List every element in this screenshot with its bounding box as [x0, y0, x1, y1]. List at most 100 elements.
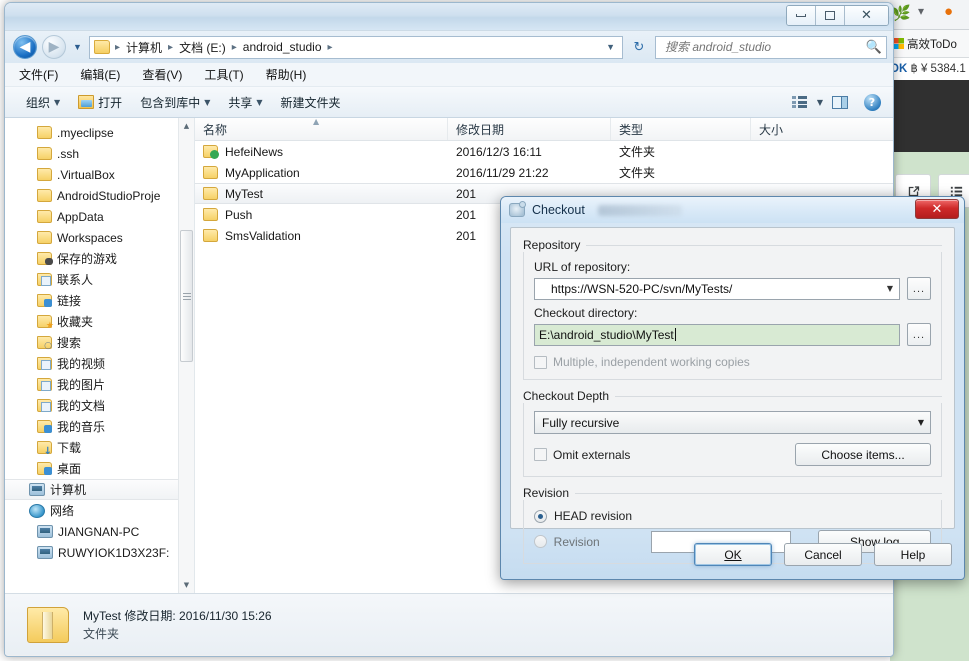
- menu-item-file[interactable]: 文件(F): [19, 66, 58, 83]
- scroll-down-icon[interactable]: ▼: [179, 577, 194, 593]
- repository-url-input[interactable]: https://WSN-520-PC/svn/MyTests/ ▼: [534, 277, 900, 300]
- nav-item-计算机[interactable]: 计算机: [5, 479, 194, 500]
- head-revision-radio[interactable]: [534, 509, 547, 523]
- chevron-down-icon: ▼: [256, 97, 263, 107]
- nav-item-收藏夹[interactable]: 收藏夹: [5, 311, 194, 332]
- nav-item-保存的游戏[interactable]: 保存的游戏: [5, 248, 194, 269]
- preview-pane-button[interactable]: [825, 90, 855, 114]
- dialog-titlebar[interactable]: Checkout ✕: [501, 197, 964, 223]
- include-in-library-button[interactable]: 包含到库中 ▼: [131, 90, 219, 114]
- forward-button[interactable]: ▶: [42, 35, 66, 59]
- my-documents-icon: [37, 399, 52, 412]
- breadcrumb[interactable]: ▸ 计算机 ▸ 文档 (E:) ▸ android_studio ▸ ▼: [89, 35, 623, 59]
- nav-item-label: AndroidStudioProje: [57, 188, 161, 203]
- nav-item-.ssh[interactable]: .ssh: [5, 143, 194, 164]
- nav-item-联系人[interactable]: 联系人: [5, 269, 194, 290]
- chevron-down-icon[interactable]: ▼: [887, 284, 893, 293]
- chevron-down-icon[interactable]: ▼: [817, 98, 823, 107]
- browser-profile-icon[interactable]: ●: [944, 3, 953, 20]
- nav-item-网络[interactable]: 网络: [5, 500, 194, 521]
- folder-icon: [37, 231, 52, 244]
- nav-item-label: 搜索: [57, 336, 82, 350]
- bookmark-label[interactable]: 高效ToDo: [907, 36, 957, 52]
- nav-item-Workspaces[interactable]: Workspaces: [5, 227, 194, 248]
- folder-icon: [37, 168, 52, 181]
- breadcrumb-item-computer[interactable]: 计算机: [123, 39, 165, 56]
- choose-items-button[interactable]: Choose items...: [795, 443, 931, 466]
- maximize-button[interactable]: [816, 6, 845, 25]
- nav-item-AppData[interactable]: AppData: [5, 206, 194, 227]
- nav-item-RUWYIOK1D3X23F:[interactable]: RUWYIOK1D3X23F:: [5, 542, 194, 563]
- head-revision-row[interactable]: HEAD revision: [534, 509, 931, 523]
- nav-item-.myeclipse[interactable]: .myeclipse: [5, 122, 194, 143]
- minimize-button[interactable]: [787, 6, 816, 25]
- column-header-name[interactable]: 名称 ▲: [195, 117, 448, 140]
- change-view-button[interactable]: [785, 90, 815, 114]
- column-header-date[interactable]: 修改日期: [448, 118, 611, 140]
- nav-item-label: .VirtualBox: [57, 167, 115, 182]
- open-button[interactable]: 打开: [69, 90, 131, 114]
- navigation-scrollbar[interactable]: ▲ ▼: [178, 118, 194, 593]
- file-name-label: MyTest: [225, 186, 264, 201]
- omit-externals-checkbox[interactable]: [534, 448, 547, 461]
- cancel-button[interactable]: Cancel: [784, 543, 862, 566]
- specific-revision-radio[interactable]: [534, 535, 547, 548]
- menu-item-tools[interactable]: 工具(T): [204, 66, 243, 83]
- nav-item-.VirtualBox[interactable]: .VirtualBox: [5, 164, 194, 185]
- nav-item-桌面[interactable]: 桌面: [5, 458, 194, 479]
- help-button[interactable]: Help: [874, 543, 952, 566]
- back-button[interactable]: ◀: [13, 35, 37, 59]
- scrollbar-thumb[interactable]: [180, 230, 193, 362]
- search-icon[interactable]: 🔍: [866, 40, 882, 55]
- nav-item-搜索[interactable]: 搜索: [5, 332, 194, 353]
- browse-url-button[interactable]: ...: [907, 277, 931, 300]
- checkout-depth-select[interactable]: Fully recursive ▼: [534, 411, 931, 434]
- browse-directory-button[interactable]: ...: [907, 323, 931, 346]
- multiple-copies-label: Multiple, independent working copies: [553, 355, 750, 369]
- breadcrumb-dropdown-icon[interactable]: ▼: [606, 42, 618, 52]
- folder-icon: [203, 229, 218, 242]
- nav-item-我的文档[interactable]: 我的文档: [5, 395, 194, 416]
- menu-item-view[interactable]: 查看(V): [142, 66, 182, 83]
- multiple-copies-row[interactable]: Multiple, independent working copies: [534, 355, 931, 369]
- new-folder-button[interactable]: 新建文件夹: [272, 90, 350, 114]
- chevron-down-icon[interactable]: ▾: [918, 4, 924, 18]
- breadcrumb-item-documents[interactable]: 文档 (E:): [176, 39, 229, 56]
- scroll-up-icon[interactable]: ▲: [179, 118, 194, 134]
- nav-item-下载[interactable]: 下载: [5, 437, 194, 458]
- share-button[interactable]: 共享 ▼: [219, 90, 271, 114]
- ok-button[interactable]: OK: [694, 543, 772, 566]
- menu-item-edit[interactable]: 编辑(E): [80, 66, 120, 83]
- nav-item-JIANGNAN-PC[interactable]: JIANGNAN-PC: [5, 521, 194, 542]
- help-button[interactable]: ?: [857, 90, 887, 114]
- cell-date: 2016/11/29 21:22: [456, 165, 549, 180]
- refresh-icon[interactable]: ↻: [628, 36, 650, 59]
- search-box[interactable]: 🔍: [655, 35, 887, 59]
- breadcrumb-item-android-studio[interactable]: android_studio: [240, 40, 325, 54]
- new-folder-label: 新建文件夹: [280, 95, 341, 110]
- close-button[interactable]: ✕: [845, 6, 888, 25]
- repository-fields: URL of repository: https://WSN-520-PC/sv…: [523, 252, 942, 380]
- dialog-close-button[interactable]: ✕: [915, 199, 959, 219]
- cell-name: MyTest: [195, 187, 448, 201]
- nav-item-我的音乐[interactable]: 我的音乐: [5, 416, 194, 437]
- table-row[interactable]: MyApplication 2016/11/29 21:22 文件夹: [195, 162, 893, 183]
- chevron-down-icon[interactable]: ▼: [918, 418, 924, 427]
- column-header-type[interactable]: 类型: [611, 118, 751, 140]
- menu-item-help[interactable]: 帮助(H): [266, 66, 307, 83]
- nav-item-我的图片[interactable]: 我的图片: [5, 374, 194, 395]
- search-input[interactable]: [663, 39, 866, 55]
- multiple-copies-checkbox[interactable]: [534, 355, 547, 369]
- nav-item-AndroidStudioProje[interactable]: AndroidStudioProje: [5, 185, 194, 206]
- dialog-body: Repository URL of repository: https://WS…: [510, 227, 955, 564]
- column-header-size[interactable]: 大小: [751, 118, 851, 140]
- table-row[interactable]: HefeiNews 2016/12/3 16:11 文件夹: [195, 141, 893, 162]
- organize-button[interactable]: 组织 ▼: [17, 90, 69, 114]
- status-item-name: MyTest: [83, 608, 122, 623]
- navigation-tree: .myeclipse .ssh .VirtualBox AndroidStudioPr…: [5, 118, 194, 563]
- nav-item-链接[interactable]: 链接: [5, 290, 194, 311]
- nav-item-我的视频[interactable]: 我的视频: [5, 353, 194, 374]
- checkout-directory-input[interactable]: E:\android_studio\MyTest: [534, 323, 900, 346]
- background-bookmark-bar: 高效ToDo: [890, 30, 969, 58]
- recent-pages-caret-icon[interactable]: ▼: [71, 42, 84, 52]
